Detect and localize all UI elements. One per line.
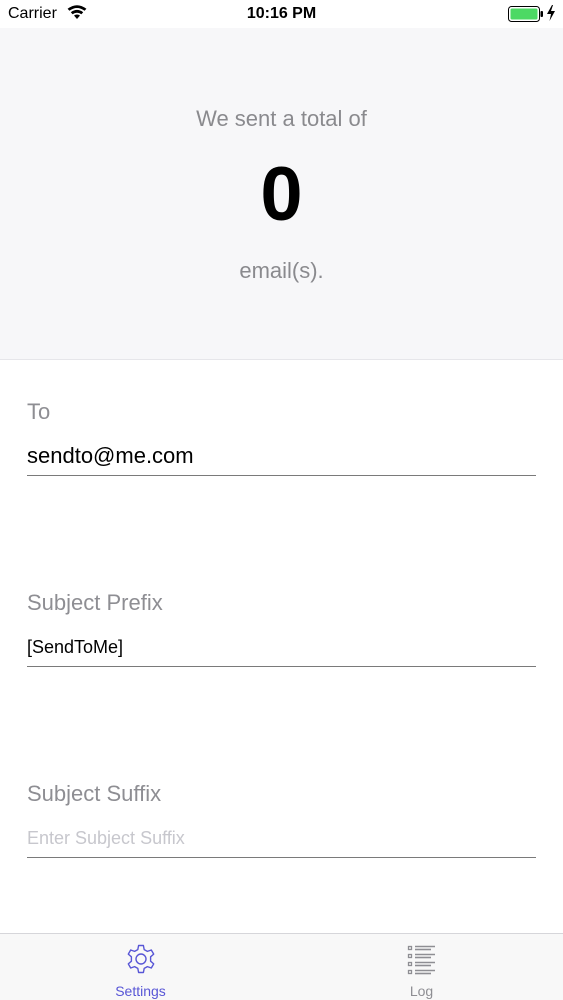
subject-suffix-input[interactable] (27, 819, 536, 858)
subject-prefix-label: Subject Prefix (27, 590, 163, 615)
list-icon (405, 942, 439, 976)
summary-unit-text: email(s). (239, 258, 324, 283)
tab-log[interactable]: Log (281, 934, 562, 1000)
battery-full-icon (508, 6, 544, 27)
to-field-group: To (27, 397, 536, 476)
bolt-icon (546, 5, 556, 26)
subject-prefix-field-group: Subject Prefix (27, 588, 536, 667)
subject-suffix-field-group: Subject Suffix (27, 779, 536, 858)
gear-icon (124, 942, 158, 976)
tab-log-label: Log (409, 983, 434, 999)
sent-count: 0 (260, 152, 303, 237)
summary-intro-text: We sent a total of (196, 106, 367, 131)
to-email-input[interactable] (27, 437, 536, 476)
sent-summary-panel: We sent a total of 0 email(s). (0, 28, 563, 360)
tab-settings-label: Settings (115, 983, 166, 999)
subject-suffix-label: Subject Suffix (27, 781, 162, 806)
settings-screen: Carrier 10:16 PM We sent a total of 0 em… (0, 0, 563, 1000)
tab-bar: Settings Log (0, 933, 563, 1000)
to-label: To (27, 399, 51, 424)
status-bar: Carrier 10:16 PM (0, 0, 563, 28)
status-time: 10:16 PM (246, 5, 317, 22)
subject-prefix-input[interactable] (27, 628, 536, 667)
tab-settings[interactable]: Settings (0, 934, 281, 1000)
